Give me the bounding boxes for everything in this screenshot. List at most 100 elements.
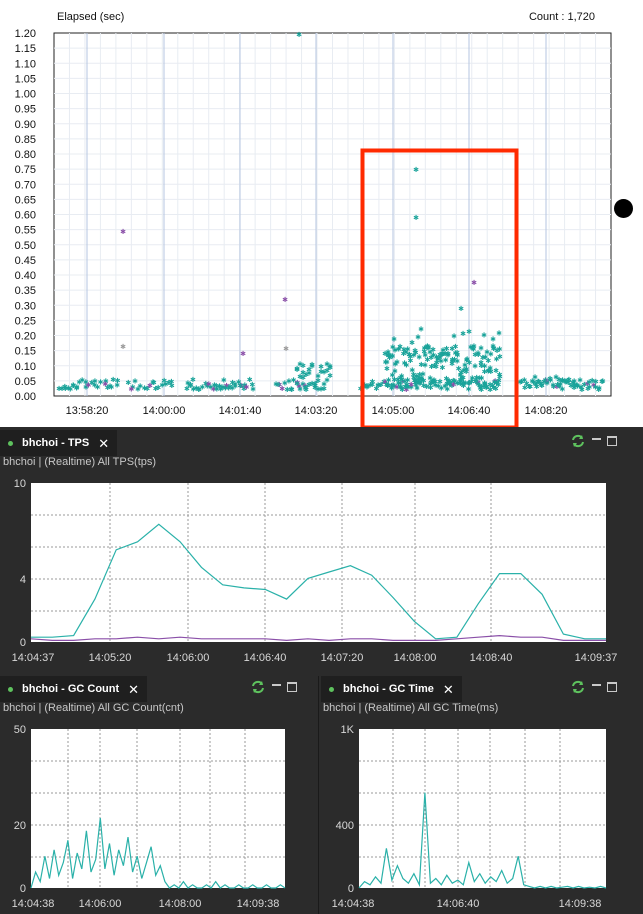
gc-count-subtitle: bhchoi | (Realtime) All GC Count(cnt) (3, 702, 184, 714)
chart-plot-area (359, 729, 606, 888)
maximize-icon[interactable] (287, 682, 297, 692)
chart-x-tick-label: 14:06:40 (244, 652, 287, 664)
xlog-point: ✱ (306, 369, 312, 377)
xlog-point: ✱ (471, 279, 477, 287)
xlog-y-tick-label: 1.00 (15, 89, 36, 101)
view-status-icon (8, 686, 13, 692)
xlog-y-tick-label: 0.70 (15, 179, 36, 191)
tab-gc-time-label: bhchoi - GC Time (343, 683, 434, 695)
xlog-y-tick-label: 0.75 (15, 164, 36, 176)
xlog-x-tick-label: 14:03:20 (295, 405, 338, 417)
xlog-point: ✱ (128, 386, 134, 394)
chart-x-tick-label: 14:05:20 (89, 652, 132, 664)
xlog-point: ✱ (240, 350, 246, 358)
xlog-y-tick-label: 0.85 (15, 134, 36, 146)
xlog-point: ✱ (600, 377, 606, 385)
minimize-icon[interactable] (272, 683, 281, 686)
chart-x-tick-label: 14:08:00 (394, 652, 437, 664)
xlog-x-tick-label: 14:05:00 (372, 405, 415, 417)
minimize-icon[interactable] (592, 683, 601, 686)
xlog-point: ✱ (577, 376, 583, 384)
tps-view-controls (570, 434, 617, 448)
xlog-point: ✱ (559, 386, 565, 394)
xlog-scatter-chart[interactable]: 1.20 1.15 1.10 1.05 1.00 0.95 0.90 0.85 0.80 0.75… (0, 0, 643, 427)
xlog-y-tick-label: 0.80 (15, 149, 36, 161)
chart-x-tick-label: 14:07:20 (321, 652, 364, 664)
xlog-point: ✱ (463, 368, 469, 376)
xlog-point: ✱ (115, 377, 121, 385)
chart-x-tick-label: 14:04:38 (332, 898, 375, 910)
chart-x-tick-label: 14:09:38 (237, 898, 280, 910)
gc-time-subtitle: bhchoi | (Realtime) All GC Time(ms) (323, 702, 499, 714)
xlog-y-tick-label: 1.05 (15, 73, 36, 85)
xlog-y-tick-label: 1.15 (15, 43, 36, 55)
xlog-x-tick-label: 14:01:40 (219, 405, 262, 417)
chart-x-tick-label: 14:09:38 (559, 898, 602, 910)
chart-x-tick-label: 14:06:00 (167, 652, 210, 664)
xlog-point: ✱ (497, 353, 503, 361)
gc-count-view-controls (250, 680, 297, 694)
xlog-y-tick-label: 0.15 (15, 346, 36, 358)
xlog-y-tick-label: 1.10 (15, 58, 36, 70)
xlog-point: ✱ (440, 364, 446, 372)
chart-y-tick-label: 50 (14, 724, 26, 736)
tab-tps-label: bhchoi - TPS (22, 437, 90, 449)
chart-x-tick-label: 14:06:00 (79, 898, 122, 910)
xlog-point: ✱ (309, 362, 315, 370)
xlog-point: ✱ (418, 374, 424, 382)
view-status-icon (8, 440, 13, 446)
xlog-y-tick-label: 0.25 (15, 315, 36, 327)
xlog-point: ✱ (249, 381, 255, 389)
xlog-y-tick-label: 0.35 (15, 285, 36, 297)
chart-y-tick-label: 400 (336, 820, 354, 832)
cursor-dot-icon (614, 199, 633, 218)
xlog-y-tick-label: 0.45 (15, 255, 36, 267)
xlog-y-tick-label: 0.90 (15, 119, 36, 131)
tab-gc-time[interactable]: bhchoi - GC Time ✕ (321, 676, 462, 702)
xlog-point: ✱ (596, 386, 602, 394)
chart-y-tick-label: 0 (20, 637, 26, 649)
tps-chart[interactable]: 10 4 0 14:04:37 14:05:20 14:06:00 14:06:40 14:0… (0, 470, 643, 670)
maximize-icon[interactable] (607, 436, 617, 446)
maximize-icon[interactable] (607, 682, 617, 692)
xlog-y-tick-label: 0.50 (15, 240, 36, 252)
chart-y-tick-label: 20 (14, 820, 26, 832)
chart-x-tick-label: 14:06:40 (437, 898, 480, 910)
gc-count-chart[interactable]: 50 20 0 14:04:38 14:06:00 14:08:00 14:09:38 (0, 716, 318, 914)
xlog-y-tick-label: 0.05 (15, 376, 36, 388)
xlog-y-tick-label: 0.10 (15, 361, 36, 373)
tab-gc-count[interactable]: bhchoi - GC Count ✕ (0, 676, 148, 702)
chart-plot-area (31, 483, 606, 642)
close-icon[interactable]: ✕ (98, 437, 109, 450)
xlog-point: ✱ (451, 332, 457, 340)
xlog-point: ✱ (466, 328, 472, 336)
chart-x-tick-label: 14:04:38 (12, 898, 55, 910)
xlog-point: ✱ (496, 329, 502, 337)
refresh-icon[interactable] (250, 680, 266, 694)
xlog-point: ✱ (497, 373, 503, 381)
xlog-point: ✱ (394, 359, 400, 367)
xlog-point: ✱ (283, 345, 289, 353)
xlog-x-tick-label: 13:58:20 (66, 405, 109, 417)
xlog-point: ✱ (413, 166, 419, 174)
xlog-point: ✱ (455, 351, 461, 359)
refresh-icon[interactable] (570, 434, 586, 448)
gc-time-chart[interactable]: 1K 400 0 14:04:38 14:06:40 14:09:38 (320, 716, 643, 914)
xlog-point: ✱ (458, 305, 464, 313)
xlog-point: ✱ (120, 228, 126, 236)
xlog-y-tick-label: 0.55 (15, 225, 36, 237)
close-icon[interactable]: ✕ (128, 683, 139, 696)
chart-x-tick-label: 14:04:37 (12, 652, 55, 664)
minimize-icon[interactable] (592, 437, 601, 440)
xlog-point: ✱ (437, 378, 443, 386)
tab-tps[interactable]: bhchoi - TPS ✕ (0, 430, 118, 456)
close-icon[interactable]: ✕ (443, 683, 454, 696)
refresh-icon[interactable] (570, 680, 586, 694)
chart-y-tick-label: 0 (20, 883, 26, 895)
xlog-y-tick-label: 0.95 (15, 104, 36, 116)
xlog-point: ✱ (413, 214, 419, 222)
tab-gc-count-label: bhchoi - GC Count (22, 683, 120, 695)
xlog-point: ✱ (481, 331, 487, 339)
xlog-point: ✱ (327, 364, 333, 372)
chart-x-tick-label: 14:08:40 (470, 652, 513, 664)
